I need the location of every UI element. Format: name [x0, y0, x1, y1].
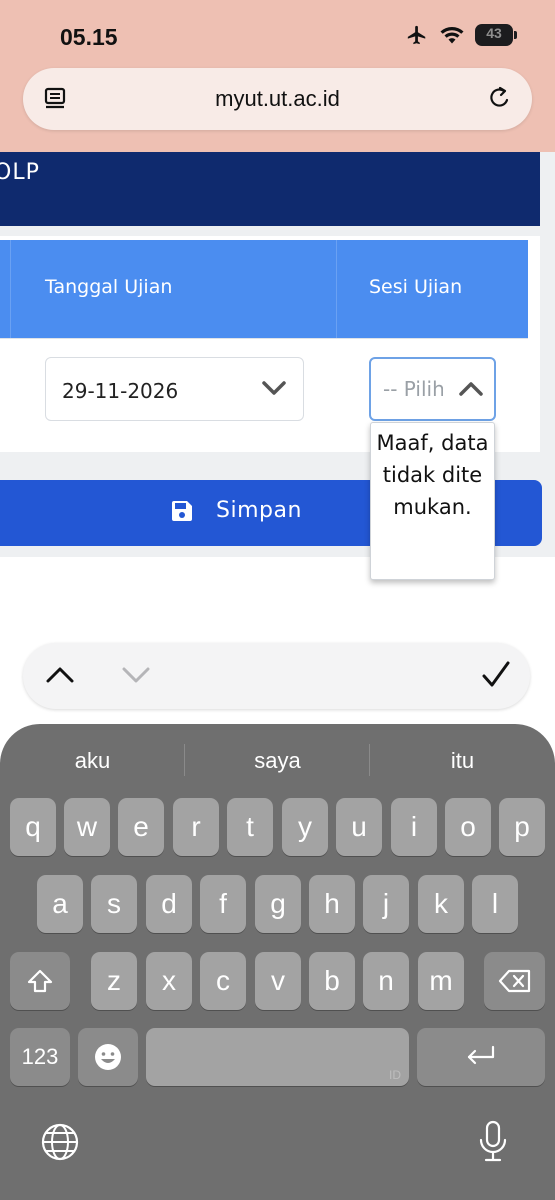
return-key[interactable]: [417, 1028, 545, 1086]
key-m[interactable]: m: [418, 952, 464, 1010]
row-divider: [0, 338, 528, 339]
keyboard: aku saya itu q w e r t y u i o p a s d f…: [0, 724, 555, 1200]
exam-session-select[interactable]: -- Pilih: [369, 357, 496, 421]
shift-icon: [27, 969, 53, 993]
previous-field-icon[interactable]: [45, 663, 75, 687]
status-time: 05.15: [60, 24, 118, 50]
no-data-message: Maaf, data tidak ditemukan.: [376, 431, 489, 519]
column-header-tanggal: Tanggal Ujian: [45, 276, 173, 298]
key-i[interactable]: i: [391, 798, 437, 856]
web-page: OLP Tanggal Ujian Sesi Ujian 29-11-2026 …: [0, 152, 555, 724]
shift-key[interactable]: [10, 952, 70, 1010]
key-s[interactable]: s: [91, 875, 137, 933]
reload-icon[interactable]: [486, 85, 512, 113]
key-l[interactable]: l: [472, 875, 518, 933]
table-header: Tanggal Ujian Sesi Ujian: [0, 240, 528, 338]
column-header-sesi: Sesi Ujian: [369, 276, 463, 298]
exam-date-select[interactable]: 29-11-2026: [45, 357, 304, 421]
suggestion-aku[interactable]: aku: [0, 748, 185, 774]
exam-session-placeholder: -- Pilih: [383, 377, 443, 401]
key-y[interactable]: y: [282, 798, 328, 856]
session-dropdown: Maaf, data tidak ditemukan.: [370, 422, 495, 580]
key-f[interactable]: f: [200, 875, 246, 933]
exam-table-card: Tanggal Ujian Sesi Ujian 29-11-2026 -- P…: [0, 236, 540, 452]
backspace-icon: [498, 969, 530, 993]
key-c[interactable]: c: [200, 952, 246, 1010]
backspace-key[interactable]: [484, 952, 545, 1010]
done-checkmark-icon[interactable]: [480, 659, 512, 691]
return-icon: [467, 1045, 495, 1065]
key-z[interactable]: z: [91, 952, 137, 1010]
keyboard-language-label: ID: [389, 1068, 401, 1082]
battery-indicator: 43: [475, 24, 517, 46]
key-a[interactable]: a: [37, 875, 83, 933]
key-p[interactable]: p: [499, 798, 545, 856]
key-t[interactable]: t: [227, 798, 273, 856]
save-button-label: Simpan: [216, 498, 302, 523]
key-q[interactable]: q: [10, 798, 56, 856]
chevron-up-icon: [459, 382, 483, 396]
key-k[interactable]: k: [418, 875, 464, 933]
key-r[interactable]: r: [173, 798, 219, 856]
key-j[interactable]: j: [363, 875, 409, 933]
emoji-icon: [95, 1044, 121, 1070]
browser-chrome: 05.15 43 myut.ut.ac.id: [0, 0, 555, 152]
key-h[interactable]: h: [309, 875, 355, 933]
key-x[interactable]: x: [146, 952, 192, 1010]
page-header: OLP: [0, 152, 540, 226]
page-header-text: OLP: [0, 160, 40, 185]
key-b[interactable]: b: [309, 952, 355, 1010]
battery-level: 43: [486, 25, 502, 41]
key-n[interactable]: n: [363, 952, 409, 1010]
url-text[interactable]: myut.ut.ac.id: [23, 86, 532, 112]
airplane-icon: [407, 25, 426, 45]
microphone-icon[interactable]: [478, 1120, 508, 1164]
suggestion-saya[interactable]: saya: [185, 748, 370, 774]
key-o[interactable]: o: [445, 798, 491, 856]
url-bar[interactable]: myut.ut.ac.id: [23, 68, 532, 130]
form-accessory-bar: [23, 643, 530, 709]
space-bar[interactable]: ID: [146, 1028, 409, 1086]
wifi-icon: [440, 27, 464, 44]
exam-date-value: 29-11-2026: [62, 379, 179, 403]
key-d[interactable]: d: [146, 875, 192, 933]
save-icon: [172, 500, 192, 521]
globe-icon[interactable]: [40, 1122, 80, 1162]
status-icons: 43: [405, 24, 517, 46]
key-u[interactable]: u: [336, 798, 382, 856]
key-g[interactable]: g: [255, 875, 301, 933]
suggestion-itu[interactable]: itu: [370, 748, 555, 774]
column-divider: [10, 240, 11, 338]
column-divider: [336, 240, 337, 338]
key-w[interactable]: w: [64, 798, 110, 856]
key-v[interactable]: v: [255, 952, 301, 1010]
chevron-down-icon: [262, 381, 286, 395]
emoji-key[interactable]: [78, 1028, 138, 1086]
key-e[interactable]: e: [118, 798, 164, 856]
next-field-icon[interactable]: [121, 663, 151, 687]
numbers-key[interactable]: 123: [10, 1028, 70, 1086]
